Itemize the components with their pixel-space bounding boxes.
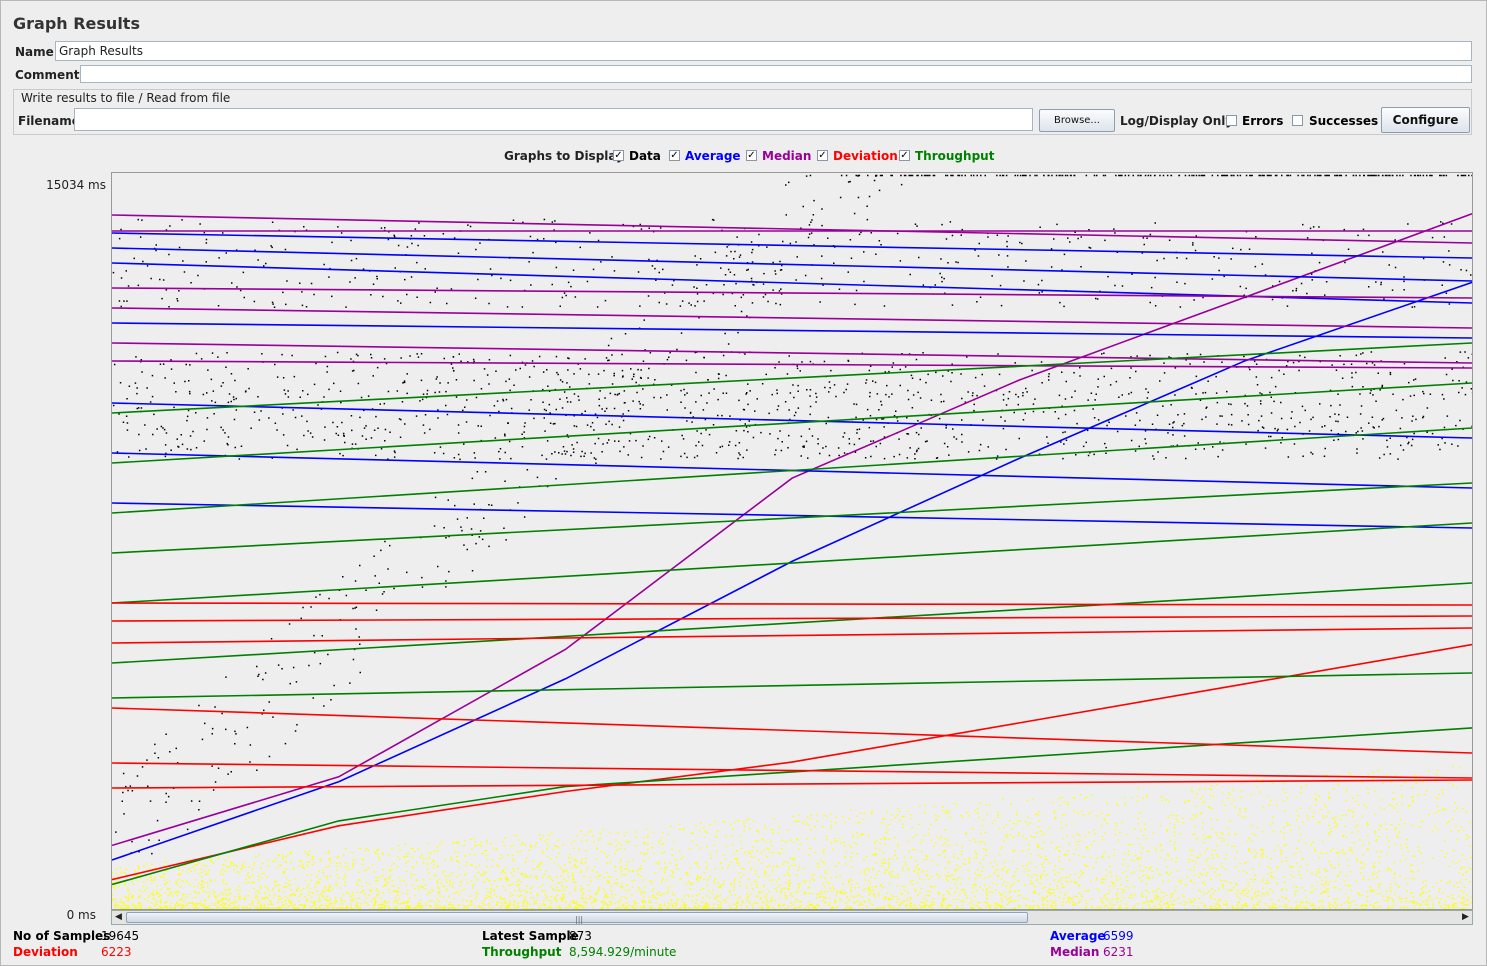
deviation-graph-label: Deviation — [833, 149, 898, 163]
series-line-median — [112, 213, 1472, 847]
graph-area — [111, 172, 1473, 910]
throughput-stat-value: 8,594.929/minute — [569, 945, 677, 959]
deviation-checkbox[interactable]: ✓ — [817, 150, 828, 161]
average-history-line — [112, 402, 1472, 439]
sample-points — [112, 764, 1472, 909]
scroll-thumb[interactable]: ||| — [126, 912, 1028, 924]
average-graph-label: Average — [685, 149, 741, 163]
log-display-label: Log/Display Only: — [1120, 114, 1238, 128]
samples-layer — [112, 764, 1472, 909]
grip-icon: ||| — [575, 915, 584, 924]
median-history-line — [112, 360, 1472, 369]
name-label: Name: — [15, 45, 59, 59]
graph-scrollbar[interactable]: ◀ ||| ▶ — [111, 910, 1473, 925]
lines-layer — [112, 213, 1472, 886]
throughput-history-line — [112, 672, 1472, 699]
latest-sample-value: 873 — [569, 929, 592, 943]
average-stat-value: 6599 — [1103, 929, 1134, 943]
series-line-average — [112, 281, 1472, 861]
samples-label: No of Samples — [13, 929, 111, 943]
median-graph-label: Median — [762, 149, 812, 163]
file-group-title: Write results to file / Read from file — [18, 91, 234, 105]
average-history-line — [112, 502, 1472, 529]
deviation-history-line — [112, 707, 1472, 754]
median-history-line — [112, 214, 1472, 244]
successes-checkbox[interactable] — [1292, 115, 1303, 126]
filename-label: Filename — [18, 114, 80, 128]
average-history-line — [112, 247, 1472, 282]
series-line-deviation — [112, 643, 1472, 881]
latest-sample-label: Latest Sample — [482, 929, 579, 943]
series-line-throughput — [112, 727, 1472, 886]
median-checkbox[interactable]: ✓ — [746, 150, 757, 161]
browse-button[interactable]: Browse... — [1039, 109, 1115, 132]
filename-input[interactable] — [74, 108, 1033, 131]
scroll-right-icon[interactable]: ▶ — [1459, 911, 1472, 924]
errors-checkbox[interactable] — [1226, 115, 1237, 126]
median-stat-value: 6231 — [1103, 945, 1134, 959]
deviation-history-line — [112, 602, 1472, 606]
configure-button[interactable]: Configure — [1381, 107, 1470, 133]
page-title: Graph Results — [13, 14, 140, 33]
deviation-stat-label: Deviation — [13, 945, 78, 959]
y-axis-max-label: 15034 ms — [46, 178, 106, 192]
graphs-to-display-label: Graphs to Display — [504, 149, 624, 163]
throughput-history-line — [112, 582, 1472, 664]
throughput-history-line — [112, 482, 1472, 554]
scroll-left-icon[interactable]: ◀ — [112, 911, 125, 924]
throughput-history-line — [112, 427, 1472, 514]
average-checkbox[interactable]: ✓ — [669, 150, 680, 161]
deviation-history-line — [112, 762, 1472, 779]
average-history-line — [112, 232, 1472, 259]
throughput-stat-label: Throughput — [482, 945, 562, 959]
y-axis-min-label: 0 ms — [66, 908, 96, 922]
errors-label: Errors — [1242, 114, 1284, 128]
graph-svg — [112, 174, 1472, 909]
data-graph-label: Data — [629, 149, 661, 163]
throughput-checkbox[interactable]: ✓ — [899, 150, 910, 161]
name-field[interactable]: Graph Results — [55, 41, 1472, 61]
deviation-history-line — [112, 615, 1472, 622]
median-stat-label: Median — [1050, 945, 1100, 959]
deviation-stat-value: 6223 — [101, 945, 132, 959]
throughput-history-line — [112, 522, 1472, 604]
deviation-history-line — [112, 627, 1472, 644]
data-checkbox[interactable]: ✓ — [613, 150, 624, 161]
throughput-history-line — [112, 382, 1472, 464]
throughput-graph-label: Throughput — [915, 149, 995, 163]
average-stat-label: Average — [1050, 929, 1106, 943]
samples-value: 19645 — [101, 929, 140, 943]
comments-field[interactable] — [80, 65, 1472, 83]
successes-label: Successes — [1309, 114, 1379, 128]
